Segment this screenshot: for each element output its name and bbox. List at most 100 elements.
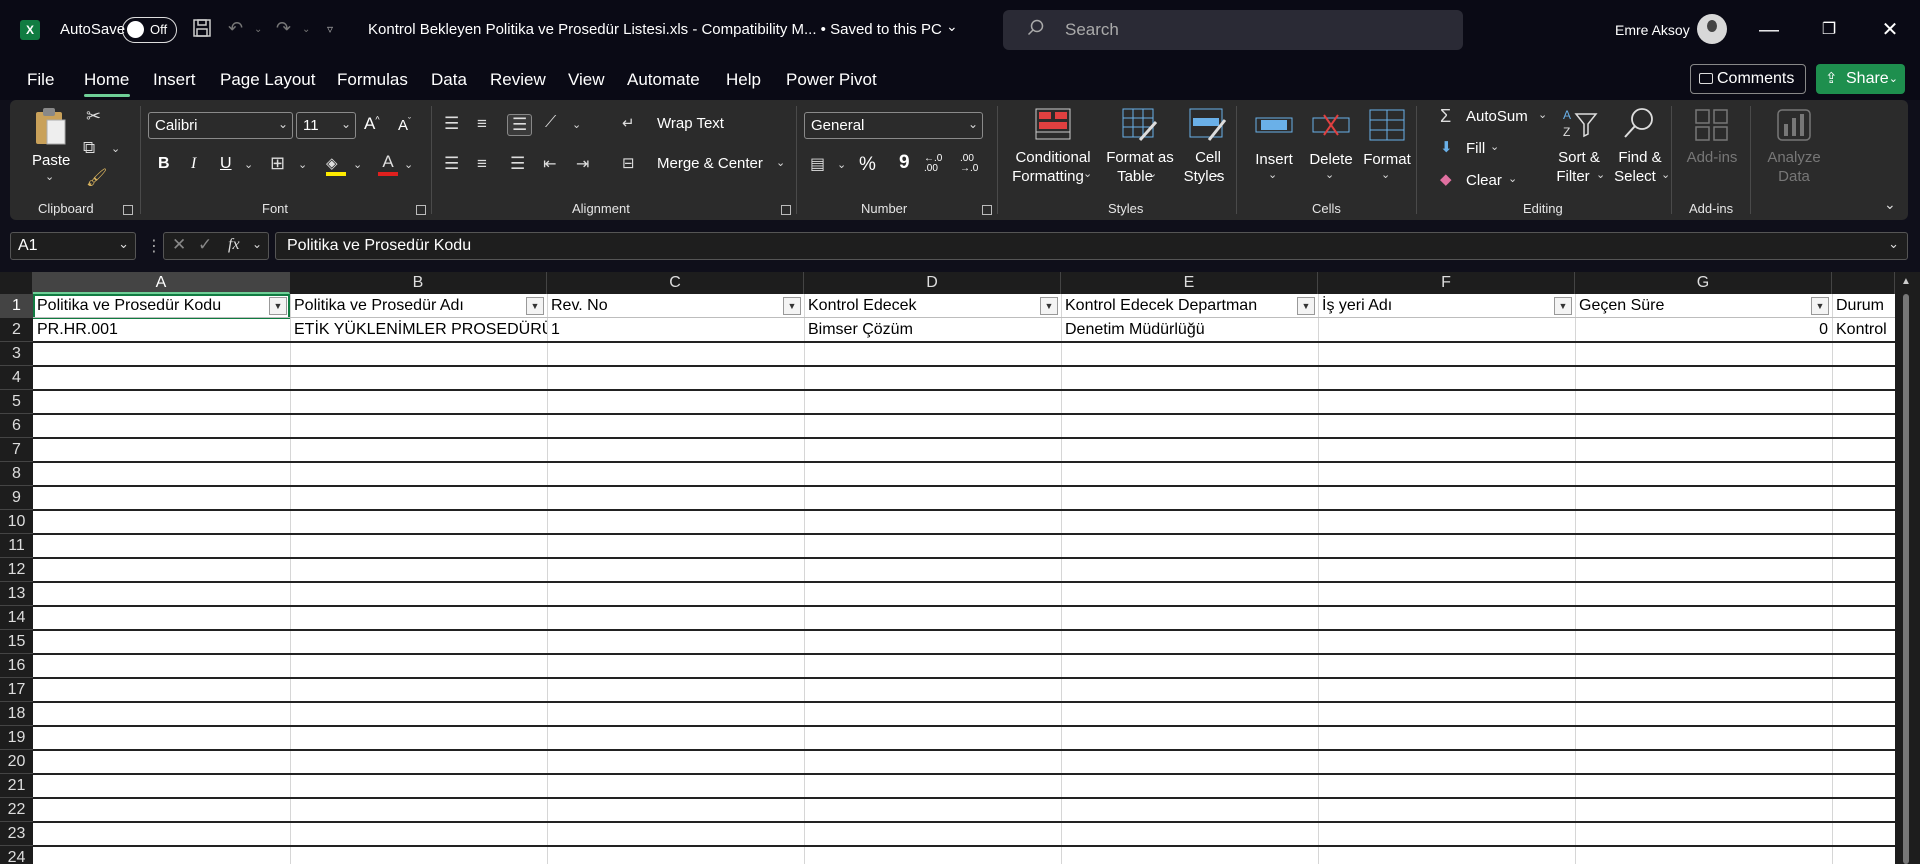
- row-header[interactable]: 18: [0, 702, 33, 726]
- bold-button[interactable]: B: [158, 155, 170, 173]
- cut-icon[interactable]: ✂: [86, 106, 101, 127]
- redo-dropdown-icon[interactable]: ⌄: [302, 24, 310, 35]
- format-cells-button[interactable]: Format ⌄: [1359, 108, 1415, 198]
- font-name-select[interactable]: Calibri ⌄: [148, 112, 293, 139]
- row-header[interactable]: 23: [0, 822, 33, 846]
- row-header[interactable]: 24: [0, 846, 33, 864]
- filter-dropdown-icon[interactable]: ▼: [1297, 297, 1315, 315]
- chevron-down-icon[interactable]: ⌄: [298, 158, 307, 171]
- scroll-thumb[interactable]: [1903, 294, 1909, 864]
- row-header[interactable]: 14: [0, 606, 33, 630]
- filter-dropdown-icon[interactable]: ▼: [1040, 297, 1058, 315]
- header-cell-g1[interactable]: Geçen Süre: [1575, 294, 1832, 318]
- chevron-down-icon[interactable]: ⌄: [252, 237, 262, 251]
- merge-center-button[interactable]: ⊟ Merge & Center ⌄: [622, 154, 792, 178]
- share-button[interactable]: ⇪ Share ⌄: [1816, 64, 1905, 94]
- undo-icon[interactable]: ↶: [228, 18, 243, 39]
- orientation-icon[interactable]: ⟋: [545, 114, 556, 132]
- comments-button[interactable]: Comments: [1690, 64, 1806, 94]
- collapse-ribbon-icon[interactable]: ⌄: [1884, 196, 1896, 213]
- number-format-select[interactable]: General ⌄: [804, 112, 983, 139]
- chevron-down-icon[interactable]: ⌄: [1083, 167, 1092, 180]
- data-cell-f2[interactable]: [1318, 318, 1575, 342]
- increase-indent-icon[interactable]: ⇥: [576, 154, 589, 174]
- tab-file[interactable]: File: [27, 70, 54, 90]
- filter-dropdown-icon[interactable]: ▼: [783, 297, 801, 315]
- align-center-icon[interactable]: ≡: [477, 154, 487, 174]
- row-header[interactable]: 12: [0, 558, 33, 582]
- italic-button[interactable]: I: [191, 155, 196, 173]
- data-cell-g2[interactable]: 0: [1575, 318, 1832, 342]
- chevron-down-icon[interactable]: ⌄: [837, 158, 846, 171]
- column-header-h[interactable]: [1832, 272, 1895, 294]
- document-title[interactable]: Kontrol Bekleyen Politika ve Prosedür Li…: [368, 21, 942, 38]
- underline-button[interactable]: U: [220, 155, 232, 173]
- filter-dropdown-icon[interactable]: ▼: [1554, 297, 1572, 315]
- formula-input[interactable]: Politika ve Prosedür Kodu ⌄: [275, 232, 1908, 260]
- name-box[interactable]: A1 ⌄: [10, 232, 136, 260]
- column-header-f[interactable]: F: [1318, 272, 1575, 294]
- row-header[interactable]: 2: [0, 318, 33, 342]
- borders-icon[interactable]: ⊞: [270, 153, 285, 174]
- data-cell-b2[interactable]: ETİK YÜKLENİMLER PROSEDÜRÜ: [290, 318, 547, 342]
- row-header[interactable]: 5: [0, 390, 33, 414]
- chevron-down-icon[interactable]: ⌄: [353, 158, 362, 171]
- restore-button[interactable]: ❐: [1815, 16, 1843, 44]
- tab-view[interactable]: View: [568, 70, 605, 90]
- row-header[interactable]: 11: [0, 534, 33, 558]
- customize-toolbar-icon[interactable]: ▿: [327, 22, 333, 36]
- row-header[interactable]: 1: [0, 294, 33, 318]
- tab-formulas[interactable]: Formulas: [337, 70, 408, 90]
- sort-filter-button[interactable]: AZ Sort & Filter ⌄: [1550, 106, 1608, 198]
- chevron-down-icon[interactable]: ⌄: [572, 118, 581, 131]
- wrap-text-button[interactable]: ↵ Wrap Text: [622, 114, 762, 138]
- filter-dropdown-icon[interactable]: ▼: [526, 297, 544, 315]
- cells-area[interactable]: Politika ve Prosedür Kodu ▼ Politika ve …: [33, 294, 1895, 864]
- row-header[interactable]: 22: [0, 798, 33, 822]
- row-header[interactable]: 19: [0, 726, 33, 750]
- row-header[interactable]: 13: [0, 582, 33, 606]
- clipboard-launcher-icon[interactable]: [123, 205, 133, 215]
- chevron-down-icon[interactable]: ⌄: [946, 18, 958, 35]
- chevron-down-icon[interactable]: ⌄: [244, 158, 253, 171]
- filter-dropdown-icon[interactable]: ▼: [1811, 297, 1829, 315]
- header-cell-b1[interactable]: Politika ve Prosedür Adı: [290, 294, 547, 318]
- data-cell-c2[interactable]: 1: [547, 318, 804, 342]
- insert-cells-button[interactable]: Insert ⌄: [1246, 108, 1302, 198]
- row-header[interactable]: 8: [0, 462, 33, 486]
- accounting-format-icon[interactable]: ▤: [810, 154, 825, 174]
- chevron-down-icon[interactable]: ⌄: [111, 142, 120, 155]
- header-cell-f1[interactable]: İş yeri Adı: [1318, 294, 1575, 318]
- row-header[interactable]: 9: [0, 486, 33, 510]
- save-icon[interactable]: [192, 18, 212, 43]
- tab-power-pivot[interactable]: Power Pivot: [786, 70, 877, 90]
- decrease-font-icon[interactable]: Aˇ: [398, 116, 411, 134]
- column-header-e[interactable]: E: [1061, 272, 1318, 294]
- autosave-toggle[interactable]: Off: [122, 17, 177, 43]
- tab-help[interactable]: Help: [726, 70, 761, 90]
- minimize-button[interactable]: —: [1755, 16, 1783, 44]
- user-name[interactable]: Emre Aksoy: [1615, 22, 1690, 38]
- enter-icon[interactable]: ✓: [198, 235, 212, 255]
- cancel-icon[interactable]: ✕: [172, 235, 186, 255]
- align-middle-icon[interactable]: ≡: [477, 114, 487, 134]
- row-header[interactable]: 4: [0, 366, 33, 390]
- comma-style-button[interactable]: 9: [899, 152, 910, 174]
- fill-color-icon[interactable]: ◈: [326, 154, 346, 176]
- align-left-icon[interactable]: ☰: [444, 154, 459, 174]
- column-header-a[interactable]: A: [33, 272, 290, 294]
- clear-button[interactable]: ◆ Clear ⌄: [1432, 170, 1522, 194]
- font-size-select[interactable]: 11 ⌄: [296, 112, 356, 139]
- row-header[interactable]: 15: [0, 630, 33, 654]
- autosum-button[interactable]: Σ AutoSum ⌄: [1432, 106, 1550, 130]
- select-all-button[interactable]: [0, 272, 33, 294]
- avatar[interactable]: [1697, 14, 1727, 44]
- align-bottom-icon[interactable]: ☰: [507, 114, 533, 136]
- alignment-launcher-icon[interactable]: [781, 205, 791, 215]
- tab-review[interactable]: Review: [490, 70, 546, 90]
- decrease-indent-icon[interactable]: ⇤: [543, 154, 556, 174]
- column-header-d[interactable]: D: [804, 272, 1061, 294]
- format-painter-icon[interactable]: 🖌: [86, 168, 108, 188]
- header-cell-h1[interactable]: Durum: [1832, 294, 1895, 318]
- row-header[interactable]: 6: [0, 414, 33, 438]
